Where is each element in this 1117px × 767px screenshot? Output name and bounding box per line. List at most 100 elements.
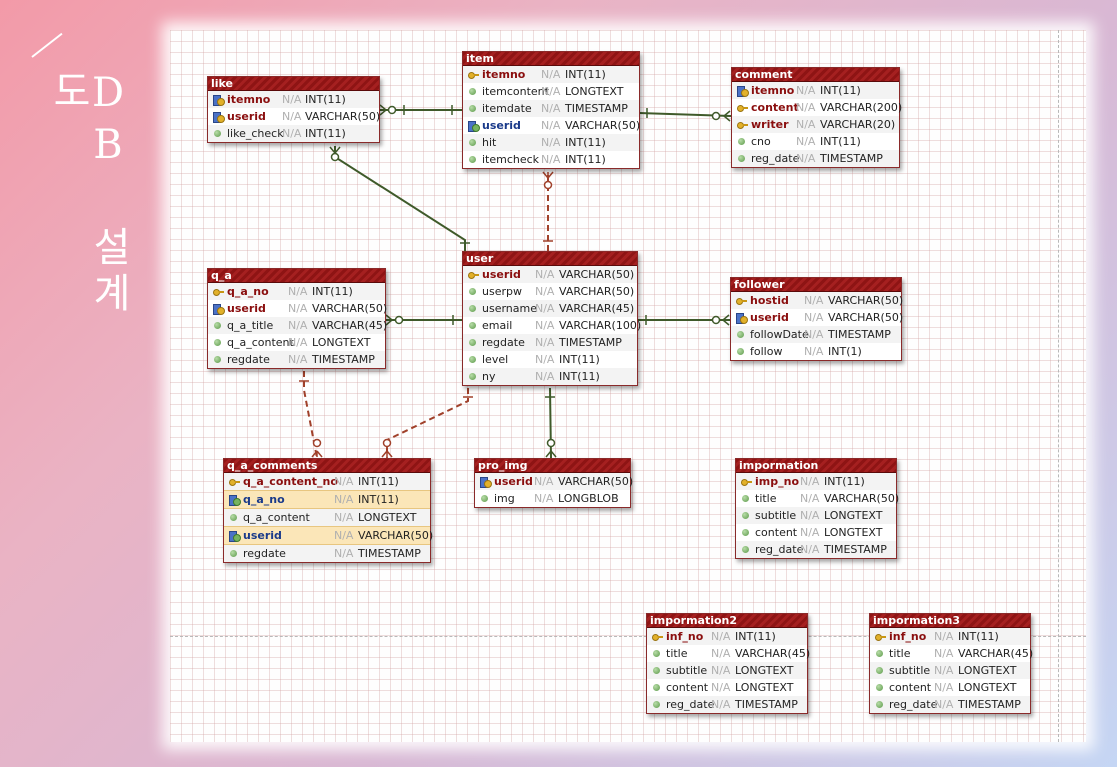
primary-key-icon bbox=[652, 632, 663, 641]
column-row[interactable]: reg_date N/A TIMESTAMP bbox=[736, 541, 896, 558]
table-like[interactable]: like itemno N/A INT(11) userid N/A VARCHAR(50)… bbox=[207, 76, 380, 143]
column-row[interactable]: img N/A LONGBLOB bbox=[475, 490, 630, 507]
column-row[interactable]: follow N/A INT(1) bbox=[731, 343, 901, 360]
column-row[interactable]: userid N/A VARCHAR(50) bbox=[475, 473, 633, 490]
column-row[interactable]: q_a_content N/A LONGTEXT bbox=[224, 509, 430, 526]
column-row[interactable]: itemcontent N/A LONGTEXT bbox=[463, 83, 639, 100]
column-row[interactable]: level N/A INT(11) bbox=[463, 351, 637, 368]
column-row[interactable]: cno N/A INT(11) bbox=[732, 133, 899, 150]
column-nullable: N/A bbox=[804, 294, 824, 307]
column-nullable: N/A bbox=[288, 302, 308, 315]
column-row[interactable]: q_a_content_no N/A INT(11) bbox=[224, 473, 430, 490]
column-row[interactable]: reg_date N/A TIMESTAMP bbox=[647, 696, 807, 713]
column-row[interactable]: q_a_title N/A VARCHAR(45) bbox=[208, 317, 387, 334]
column-row[interactable]: ny N/A INT(11) bbox=[463, 368, 637, 385]
column-row[interactable]: email N/A VARCHAR(100) bbox=[463, 317, 641, 334]
column-row[interactable]: inf_no N/A INT(11) bbox=[870, 628, 1030, 645]
column-name: itemno bbox=[751, 84, 795, 97]
column-row[interactable]: userid N/A VARCHAR(50) bbox=[224, 526, 433, 545]
column-nullable: N/A bbox=[804, 345, 824, 358]
table-header[interactable]: pro_img bbox=[475, 459, 630, 473]
column-row[interactable]: title N/A VARCHAR(50) bbox=[736, 490, 899, 507]
column-type: VARCHAR(20) bbox=[820, 118, 896, 131]
table-header[interactable]: q_a bbox=[208, 269, 385, 283]
column-name: q_a_content_no bbox=[243, 475, 338, 488]
column-row[interactable]: content N/A LONGTEXT bbox=[870, 679, 1030, 696]
column-row[interactable]: itemdate N/A TIMESTAMP bbox=[463, 100, 639, 117]
column-type: TIMESTAMP bbox=[735, 698, 798, 711]
column-nullable: N/A bbox=[796, 118, 816, 131]
column-row[interactable]: hostid N/A VARCHAR(50) bbox=[731, 292, 903, 309]
column-row[interactable]: subtitle N/A LONGTEXT bbox=[736, 507, 896, 524]
table-pro_img[interactable]: pro_img userid N/A VARCHAR(50) img N/A LONGBLO… bbox=[474, 458, 633, 508]
table-header[interactable]: q_a_comments bbox=[224, 459, 430, 473]
primary-key-icon bbox=[213, 287, 224, 296]
column-row[interactable]: userid N/A VARCHAR(50) bbox=[731, 309, 903, 326]
table-header[interactable]: impormation3 bbox=[870, 614, 1030, 628]
table-header[interactable]: comment bbox=[732, 68, 899, 82]
column-row[interactable]: regdate N/A TIMESTAMP bbox=[463, 334, 637, 351]
primary-key-icon bbox=[741, 477, 752, 486]
column-row[interactable]: regdate N/A TIMESTAMP bbox=[208, 351, 385, 368]
table-user[interactable]: user userid N/A VARCHAR(50) userpw N/A VARCHAR… bbox=[462, 251, 641, 386]
column-row[interactable]: reg_date N/A TIMESTAMP bbox=[732, 150, 899, 167]
table-q_a[interactable]: q_a q_a_no N/A INT(11) userid N/A VARCHAR(50) q… bbox=[207, 268, 387, 369]
table-impormation2[interactable]: impormation2 inf_no N/A INT(11) title N/A VARC… bbox=[646, 613, 810, 714]
column-row[interactable]: hit N/A INT(11) bbox=[463, 134, 639, 151]
table-header[interactable]: user bbox=[463, 252, 637, 266]
column-row[interactable]: title N/A VARCHAR(45) bbox=[870, 645, 1033, 662]
column-row[interactable]: like_check N/A INT(11) bbox=[208, 125, 379, 142]
column-dot-icon bbox=[653, 701, 660, 708]
column-nullable: N/A bbox=[804, 311, 824, 324]
column-type: LONGTEXT bbox=[824, 509, 883, 522]
column-row[interactable]: q_a_content N/A LONGTEXT bbox=[208, 334, 385, 351]
column-row[interactable]: userid N/A VARCHAR(50) bbox=[463, 266, 637, 283]
column-row[interactable]: username N/A VARCHAR(45) bbox=[463, 300, 637, 317]
column-row[interactable]: itemno N/A INT(11) bbox=[732, 82, 899, 99]
column-type: LONGTEXT bbox=[312, 336, 371, 349]
column-row[interactable]: subtitle N/A LONGTEXT bbox=[870, 662, 1030, 679]
column-row[interactable]: subtitle N/A LONGTEXT bbox=[647, 662, 807, 679]
table-header[interactable]: impormation2 bbox=[647, 614, 807, 628]
column-row[interactable]: userpw N/A VARCHAR(50) bbox=[463, 283, 637, 300]
column-row[interactable]: itemcheck N/A INT(11) bbox=[463, 151, 639, 168]
column-row[interactable]: itemno N/A INT(11) bbox=[463, 66, 639, 83]
column-dot-icon bbox=[230, 514, 237, 521]
column-row[interactable]: title N/A VARCHAR(45) bbox=[647, 645, 810, 662]
column-row[interactable]: userid N/A VARCHAR(50) bbox=[208, 108, 380, 125]
column-row[interactable]: itemno N/A INT(11) bbox=[208, 91, 379, 108]
table-impormation[interactable]: impormation imp_no N/A INT(11) title N/A VARCH… bbox=[735, 458, 899, 559]
table-header[interactable]: item bbox=[463, 52, 639, 66]
column-row[interactable]: q_a_no N/A INT(11) bbox=[208, 283, 385, 300]
column-nullable: N/A bbox=[535, 268, 555, 281]
column-row[interactable]: q_a_no N/A INT(11) bbox=[224, 490, 430, 509]
title-slash-decoration bbox=[31, 32, 63, 58]
table-header[interactable]: impormation bbox=[736, 459, 896, 473]
column-name: writer bbox=[751, 118, 789, 131]
table-follower[interactable]: follower hostid N/A VARCHAR(50) userid N/A VAR… bbox=[730, 277, 903, 361]
column-name: content bbox=[755, 526, 798, 539]
column-row[interactable]: imp_no N/A INT(11) bbox=[736, 473, 896, 490]
table-comment[interactable]: comment itemno N/A INT(11) content N/A VARCHAR… bbox=[731, 67, 902, 168]
table-impormation3[interactable]: impormation3 inf_no N/A INT(11) title N/A VARC… bbox=[869, 613, 1033, 714]
column-row[interactable]: content N/A LONGTEXT bbox=[736, 524, 896, 541]
column-row[interactable]: inf_no N/A INT(11) bbox=[647, 628, 807, 645]
column-dot-icon bbox=[481, 495, 488, 502]
column-row[interactable]: userid N/A VARCHAR(50) bbox=[208, 300, 387, 317]
column-row[interactable]: content N/A LONGTEXT bbox=[647, 679, 807, 696]
column-name: cno bbox=[751, 135, 771, 148]
column-row[interactable]: userid N/A VARCHAR(50) bbox=[463, 117, 640, 134]
column-row[interactable]: content N/A VARCHAR(200) bbox=[732, 99, 902, 116]
column-row[interactable]: followDate N/A TIMESTAMP bbox=[731, 326, 901, 343]
column-row[interactable]: reg_date N/A TIMESTAMP bbox=[870, 696, 1030, 713]
column-dot-icon bbox=[738, 155, 745, 162]
table-header[interactable]: follower bbox=[731, 278, 901, 292]
column-nullable: N/A bbox=[282, 110, 302, 123]
table-header[interactable]: like bbox=[208, 77, 379, 91]
table-item[interactable]: item itemno N/A INT(11) itemcontent N/A LONGTE… bbox=[462, 51, 640, 169]
column-nullable: N/A bbox=[711, 630, 731, 643]
table-q_a_comments[interactable]: q_a_comments q_a_content_no N/A INT(11) q_a_… bbox=[223, 458, 433, 563]
column-row[interactable]: regdate N/A TIMESTAMP bbox=[224, 545, 430, 562]
column-nullable: N/A bbox=[711, 664, 731, 677]
column-row[interactable]: writer N/A VARCHAR(20) bbox=[732, 116, 899, 133]
